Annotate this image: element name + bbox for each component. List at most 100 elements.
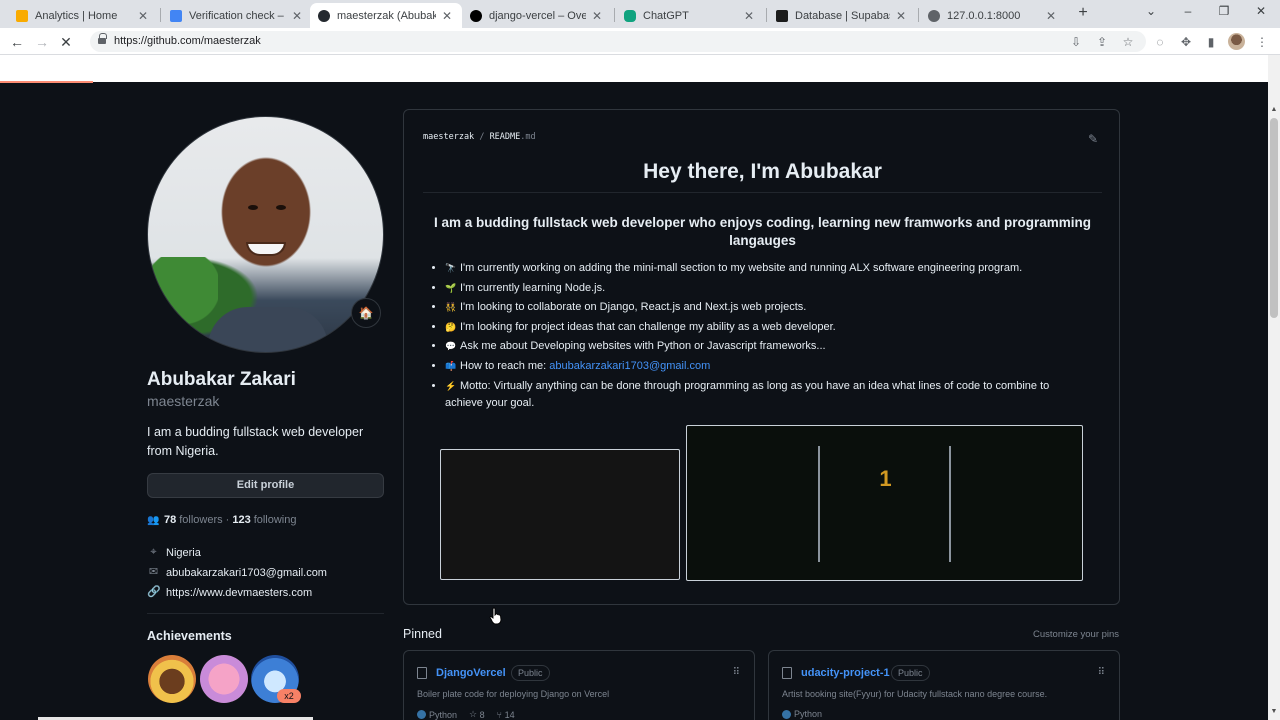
readme-subheading: I am a budding fullstack web developer w… (433, 215, 1092, 248)
scroll-down-arrow-icon[interactable]: ▼ (1268, 706, 1280, 718)
fork-icon[interactable]: ⑂ (497, 710, 502, 720)
tab-search-chevron-icon[interactable]: ⌄ (1141, 4, 1161, 18)
repo-name-link[interactable]: DjangoVercel (436, 667, 506, 679)
dancers-icon: 👯 (445, 302, 457, 313)
close-tab-icon[interactable]: ✕ (742, 9, 756, 23)
list-item: ⚡Motto: Virtually anything can be done t… (445, 378, 1090, 412)
extensions-puzzle-icon[interactable]: ✥ (1178, 34, 1194, 50)
install-app-icon[interactable]: ⇩ (1068, 34, 1084, 50)
side-panel-icon[interactable]: ▮ (1203, 34, 1219, 50)
location-pin-icon: ⌖ (150, 546, 157, 558)
tab-chatgpt[interactable]: ChatGPT ✕ (616, 3, 764, 28)
speech-balloon-icon: 💬 (445, 341, 457, 352)
readme-embed-image-left[interactable] (440, 449, 680, 580)
github-header-loading (0, 55, 1268, 82)
restore-icon[interactable]: ❐ (1214, 4, 1234, 18)
tab-github-profile[interactable]: maesterzak (Abubakar ✕ (310, 3, 462, 28)
followers-count[interactable]: 78 (164, 514, 176, 526)
close-tab-icon[interactable]: ✕ (290, 9, 304, 23)
achievement-badge-pull-shark[interactable] (148, 655, 196, 703)
star-icon[interactable]: ☆ (469, 709, 477, 720)
tab-localhost[interactable]: 127.0.0.1:8000 ✕ (920, 3, 1066, 28)
tab-title: ChatGPT (643, 9, 689, 22)
omnibox[interactable]: https://github.com/maesterzak (90, 31, 1146, 52)
chrome-menu-icon[interactable]: ⋮ (1254, 34, 1270, 50)
readme-heading: Hey there, I'm Abubakar (643, 160, 882, 183)
repo-icon (417, 667, 427, 679)
customize-pins-link[interactable]: Customize your pins (1033, 629, 1119, 640)
tab-analytics[interactable]: Analytics | Home ✕ (8, 3, 158, 28)
readme-bullet-list: 🔭I'm currently working on adding the min… (430, 260, 1090, 414)
achievement-badge-yolo[interactable] (200, 655, 248, 703)
list-item: 🌱I'm currently learning Node.js. (445, 280, 1090, 297)
google-pay-icon (170, 9, 182, 22)
profile-fullname: Abubakar Zakari (147, 369, 296, 390)
lock-icon[interactable] (98, 33, 107, 44)
close-tab-icon[interactable]: ✕ (136, 9, 150, 23)
repo-name-link[interactable]: udacity-project-1 (801, 667, 890, 679)
telescope-icon: 🔭 (445, 263, 457, 273)
edit-readme-pencil-icon[interactable]: ✎ (1088, 132, 1098, 146)
repo-description: Artist booking site(Fyyur) for Udacity f… (782, 689, 1048, 699)
tab-verification[interactable]: Verification check – Pay ✕ (162, 3, 312, 28)
hand-cursor-icon (489, 607, 502, 625)
close-tab-icon[interactable]: ✕ (1044, 9, 1058, 23)
minimize-icon[interactable]: – (1178, 4, 1198, 18)
address-bar-row: ← → ✕ https://github.com/maesterzak ⇩ ⇪ … (0, 28, 1280, 55)
profile-email: ✉ abubakarzakari1703@gmail.com (148, 566, 327, 579)
scroll-up-arrow-icon[interactable]: ▲ (1268, 104, 1280, 116)
new-tab-plus-icon[interactable]: + (1074, 4, 1092, 22)
visibility-badge: Public (511, 665, 550, 681)
contact-email-link[interactable]: abubakarzakari1703@gmail.com (549, 360, 710, 372)
repo-language: Python (429, 709, 458, 720)
close-window-icon[interactable]: ✕ (1251, 4, 1271, 18)
mailbox-icon: 📫 (445, 360, 457, 371)
tab-supabase[interactable]: Database | Supabase ✕ (768, 3, 916, 28)
language-color-dot (417, 710, 426, 719)
pinned-heading: Pinned (403, 627, 442, 641)
close-tab-icon[interactable]: ✕ (440, 9, 454, 23)
list-item: 🤔I'm looking for project ideas that can … (445, 319, 1090, 336)
pong-game-embed[interactable]: 1 (686, 425, 1083, 581)
url-text[interactable]: https://github.com/maesterzak (114, 35, 261, 47)
tab-title: Verification check – Pay (189, 9, 286, 22)
thinking-face-icon: 🤔 (445, 321, 457, 332)
back-arrow-icon[interactable]: ← (7, 32, 27, 52)
repo-stars[interactable]: 8 (480, 710, 485, 720)
readme-path: maesterzak / README.md (423, 132, 536, 142)
profile-readme-card: maesterzak / README.md ✎ Hey there, I'm … (403, 109, 1120, 605)
lightning-icon: ⚡ (445, 380, 457, 391)
following-count[interactable]: 123 (232, 514, 250, 526)
bookmark-star-icon[interactable]: ☆ (1120, 34, 1136, 50)
repo-language: Python (794, 709, 823, 719)
github-profile-page: 🏠 Abubakar Zakari maesterzak I am a budd… (0, 83, 1268, 720)
profile-location: ⌖ Nigeria (147, 546, 200, 559)
list-item: 👯I'm looking to collaborate on Django, R… (445, 299, 1090, 316)
followers-link[interactable]: followers (179, 514, 222, 526)
profile-avatar[interactable] (147, 116, 384, 353)
edit-profile-button[interactable]: Edit profile (147, 473, 384, 498)
status-emoji-house-icon[interactable]: 🏠 (351, 298, 381, 328)
github-icon (318, 9, 330, 22)
pinned-repo-card: DjangoVercel Public ⠿ Boiler plate code … (403, 650, 755, 720)
following-link[interactable]: following (254, 514, 297, 526)
achievements-heading[interactable]: Achievements (147, 629, 232, 643)
repo-forks[interactable]: 14 (505, 710, 515, 720)
seedling-icon: 🌱 (445, 282, 457, 293)
drag-handle-icon[interactable]: ⠿ (733, 667, 740, 678)
supabase-icon (776, 9, 788, 22)
drag-handle-icon[interactable]: ⠿ (1098, 667, 1105, 678)
extension-loading-icon[interactable]: ◌ (1152, 34, 1168, 50)
profile-username: maesterzak (147, 393, 220, 409)
tab-vercel[interactable]: django-vercel – Overvie ✕ (462, 3, 612, 28)
close-tab-icon[interactable]: ✕ (590, 9, 604, 23)
close-tab-icon[interactable]: ✕ (894, 9, 908, 23)
people-icon: 👥 (147, 514, 160, 526)
follow-stats: 👥 78 followers · 123 following (147, 514, 297, 526)
stop-loading-icon[interactable]: ✕ (56, 32, 76, 52)
chrome-profile-avatar[interactable] (1228, 33, 1245, 50)
scrollbar-thumb[interactable] (1270, 118, 1278, 318)
forward-arrow-icon[interactable]: → (32, 32, 52, 52)
share-icon[interactable]: ⇪ (1094, 34, 1110, 50)
repo-description: Boiler plate code for deploying Django o… (417, 689, 610, 699)
